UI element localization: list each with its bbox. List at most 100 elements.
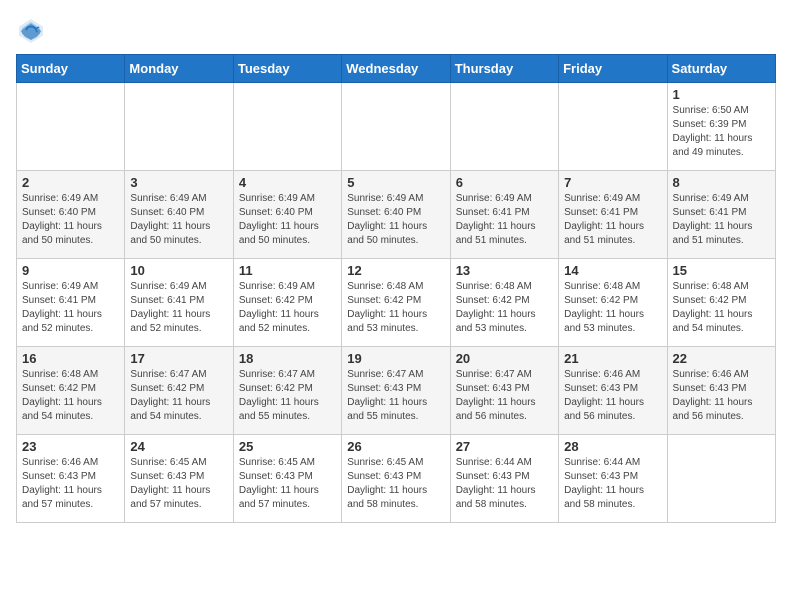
calendar-week-row: 16Sunrise: 6:48 AM Sunset: 6:42 PM Dayli… [17, 347, 776, 435]
day-info: Sunrise: 6:45 AM Sunset: 6:43 PM Dayligh… [347, 456, 444, 512]
calendar-cell [342, 83, 450, 171]
day-number: 13 [456, 263, 553, 278]
calendar-cell [17, 83, 125, 171]
calendar-cell [559, 83, 667, 171]
day-number: 15 [673, 263, 770, 278]
day-info: Sunrise: 6:49 AM Sunset: 6:40 PM Dayligh… [347, 192, 444, 248]
calendar-day-header: Saturday [667, 55, 775, 83]
calendar-day-header: Monday [125, 55, 233, 83]
day-number: 9 [22, 263, 119, 278]
day-number: 11 [239, 263, 336, 278]
calendar-cell: 27 Sunrise: 6:44 AM Sunset: 6:43 PM Dayli… [450, 435, 558, 523]
day-number: 17 [130, 351, 227, 366]
logo [16, 16, 50, 46]
day-info: Sunrise: 6:46 AM Sunset: 6:43 PM Dayligh… [564, 368, 661, 424]
calendar-cell: 1 Sunrise: 6:50 AM Sunset: 6:39 PM Daylig… [667, 83, 775, 171]
calendar-cell: 4 Sunrise: 6:49 AM Sunset: 6:40 PM Daylig… [233, 171, 341, 259]
day-info: Sunrise: 6:46 AM Sunset: 6:43 PM Dayligh… [673, 368, 770, 424]
calendar-cell: 7 Sunrise: 6:49 AM Sunset: 6:41 PM Daylig… [559, 171, 667, 259]
day-info: Sunrise: 6:48 AM Sunset: 6:42 PM Dayligh… [456, 280, 553, 336]
day-info: Sunrise: 6:48 AM Sunset: 6:42 PM Dayligh… [673, 280, 770, 336]
day-info: Sunrise: 6:45 AM Sunset: 6:43 PM Dayligh… [239, 456, 336, 512]
day-number: 28 [564, 439, 661, 454]
calendar-header-row: SundayMondayTuesdayWednesdayThursdayFrid… [17, 55, 776, 83]
calendar-cell: 19 Sunrise: 6:47 AM Sunset: 6:43 PM Dayli… [342, 347, 450, 435]
day-number: 14 [564, 263, 661, 278]
day-info: Sunrise: 6:44 AM Sunset: 6:43 PM Dayligh… [456, 456, 553, 512]
day-info: Sunrise: 6:49 AM Sunset: 6:41 PM Dayligh… [673, 192, 770, 248]
calendar-cell: 21 Sunrise: 6:46 AM Sunset: 6:43 PM Dayli… [559, 347, 667, 435]
day-number: 1 [673, 87, 770, 102]
calendar-cell: 8 Sunrise: 6:49 AM Sunset: 6:41 PM Daylig… [667, 171, 775, 259]
day-info: Sunrise: 6:47 AM Sunset: 6:42 PM Dayligh… [239, 368, 336, 424]
day-number: 12 [347, 263, 444, 278]
calendar-day-header: Thursday [450, 55, 558, 83]
calendar-cell: 10Sunrise: 6:49 AM Sunset: 6:41 PM Dayli… [125, 259, 233, 347]
calendar-cell: 18 Sunrise: 6:47 AM Sunset: 6:42 PM Dayli… [233, 347, 341, 435]
calendar-cell [233, 83, 341, 171]
calendar-day-header: Sunday [17, 55, 125, 83]
day-info: Sunrise: 6:49 AM Sunset: 6:40 PM Dayligh… [22, 192, 119, 248]
day-number: 8 [673, 175, 770, 190]
calendar-week-row: 1 Sunrise: 6:50 AM Sunset: 6:39 PM Daylig… [17, 83, 776, 171]
day-number: 7 [564, 175, 661, 190]
day-info: Sunrise: 6:47 AM Sunset: 6:43 PM Dayligh… [456, 368, 553, 424]
day-number: 3 [130, 175, 227, 190]
day-info: Sunrise: 6:46 AM Sunset: 6:43 PM Dayligh… [22, 456, 119, 512]
calendar-week-row: 23 Sunrise: 6:46 AM Sunset: 6:43 PM Dayli… [17, 435, 776, 523]
logo-icon [16, 16, 46, 46]
day-number: 2 [22, 175, 119, 190]
calendar-cell: 12 Sunrise: 6:48 AM Sunset: 6:42 PM Dayli… [342, 259, 450, 347]
calendar-cell: 23 Sunrise: 6:46 AM Sunset: 6:43 PM Dayli… [17, 435, 125, 523]
day-number: 19 [347, 351, 444, 366]
day-info: Sunrise: 6:49 AM Sunset: 6:40 PM Dayligh… [239, 192, 336, 248]
calendar-cell [125, 83, 233, 171]
calendar-table: SundayMondayTuesdayWednesdayThursdayFrid… [16, 54, 776, 523]
page: SundayMondayTuesdayWednesdayThursdayFrid… [0, 0, 792, 531]
day-info: Sunrise: 6:44 AM Sunset: 6:43 PM Dayligh… [564, 456, 661, 512]
calendar-day-header: Tuesday [233, 55, 341, 83]
calendar-cell: 11 Sunrise: 6:49 AM Sunset: 6:42 PM Dayli… [233, 259, 341, 347]
calendar-cell [450, 83, 558, 171]
day-number: 10 [130, 263, 227, 278]
calendar-cell: 24Sunrise: 6:45 AM Sunset: 6:43 PM Dayli… [125, 435, 233, 523]
day-info: Sunrise: 6:49 AM Sunset: 6:41 PM Dayligh… [456, 192, 553, 248]
calendar-cell: 2 Sunrise: 6:49 AM Sunset: 6:40 PM Daylig… [17, 171, 125, 259]
day-info: Sunrise: 6:48 AM Sunset: 6:42 PM Dayligh… [564, 280, 661, 336]
calendar-cell: 26 Sunrise: 6:45 AM Sunset: 6:43 PM Dayli… [342, 435, 450, 523]
calendar-week-row: 2 Sunrise: 6:49 AM Sunset: 6:40 PM Daylig… [17, 171, 776, 259]
day-number: 24 [130, 439, 227, 454]
calendar-cell: 9 Sunrise: 6:49 AM Sunset: 6:41 PM Daylig… [17, 259, 125, 347]
day-number: 22 [673, 351, 770, 366]
day-info: Sunrise: 6:49 AM Sunset: 6:41 PM Dayligh… [22, 280, 119, 336]
day-info: Sunrise: 6:50 AM Sunset: 6:39 PM Dayligh… [673, 104, 770, 160]
day-info: Sunrise: 6:47 AM Sunset: 6:43 PM Dayligh… [347, 368, 444, 424]
day-number: 25 [239, 439, 336, 454]
day-number: 26 [347, 439, 444, 454]
day-info: Sunrise: 6:49 AM Sunset: 6:42 PM Dayligh… [239, 280, 336, 336]
day-number: 16 [22, 351, 119, 366]
day-number: 5 [347, 175, 444, 190]
calendar-cell: 3Sunrise: 6:49 AM Sunset: 6:40 PM Daylig… [125, 171, 233, 259]
day-info: Sunrise: 6:47 AM Sunset: 6:42 PM Dayligh… [130, 368, 227, 424]
calendar-week-row: 9 Sunrise: 6:49 AM Sunset: 6:41 PM Daylig… [17, 259, 776, 347]
calendar-cell: 15 Sunrise: 6:48 AM Sunset: 6:42 PM Dayli… [667, 259, 775, 347]
day-number: 27 [456, 439, 553, 454]
day-number: 23 [22, 439, 119, 454]
calendar-day-header: Wednesday [342, 55, 450, 83]
calendar-cell: 14 Sunrise: 6:48 AM Sunset: 6:42 PM Dayli… [559, 259, 667, 347]
calendar-cell: 5 Sunrise: 6:49 AM Sunset: 6:40 PM Daylig… [342, 171, 450, 259]
day-number: 4 [239, 175, 336, 190]
day-number: 20 [456, 351, 553, 366]
calendar-cell: 6 Sunrise: 6:49 AM Sunset: 6:41 PM Daylig… [450, 171, 558, 259]
day-info: Sunrise: 6:48 AM Sunset: 6:42 PM Dayligh… [347, 280, 444, 336]
calendar-cell: 25 Sunrise: 6:45 AM Sunset: 6:43 PM Dayli… [233, 435, 341, 523]
calendar-day-header: Friday [559, 55, 667, 83]
day-number: 21 [564, 351, 661, 366]
day-number: 6 [456, 175, 553, 190]
header [16, 16, 776, 46]
calendar-cell: 20 Sunrise: 6:47 AM Sunset: 6:43 PM Dayli… [450, 347, 558, 435]
calendar-cell: 28 Sunrise: 6:44 AM Sunset: 6:43 PM Dayli… [559, 435, 667, 523]
day-info: Sunrise: 6:49 AM Sunset: 6:41 PM Dayligh… [564, 192, 661, 248]
day-number: 18 [239, 351, 336, 366]
